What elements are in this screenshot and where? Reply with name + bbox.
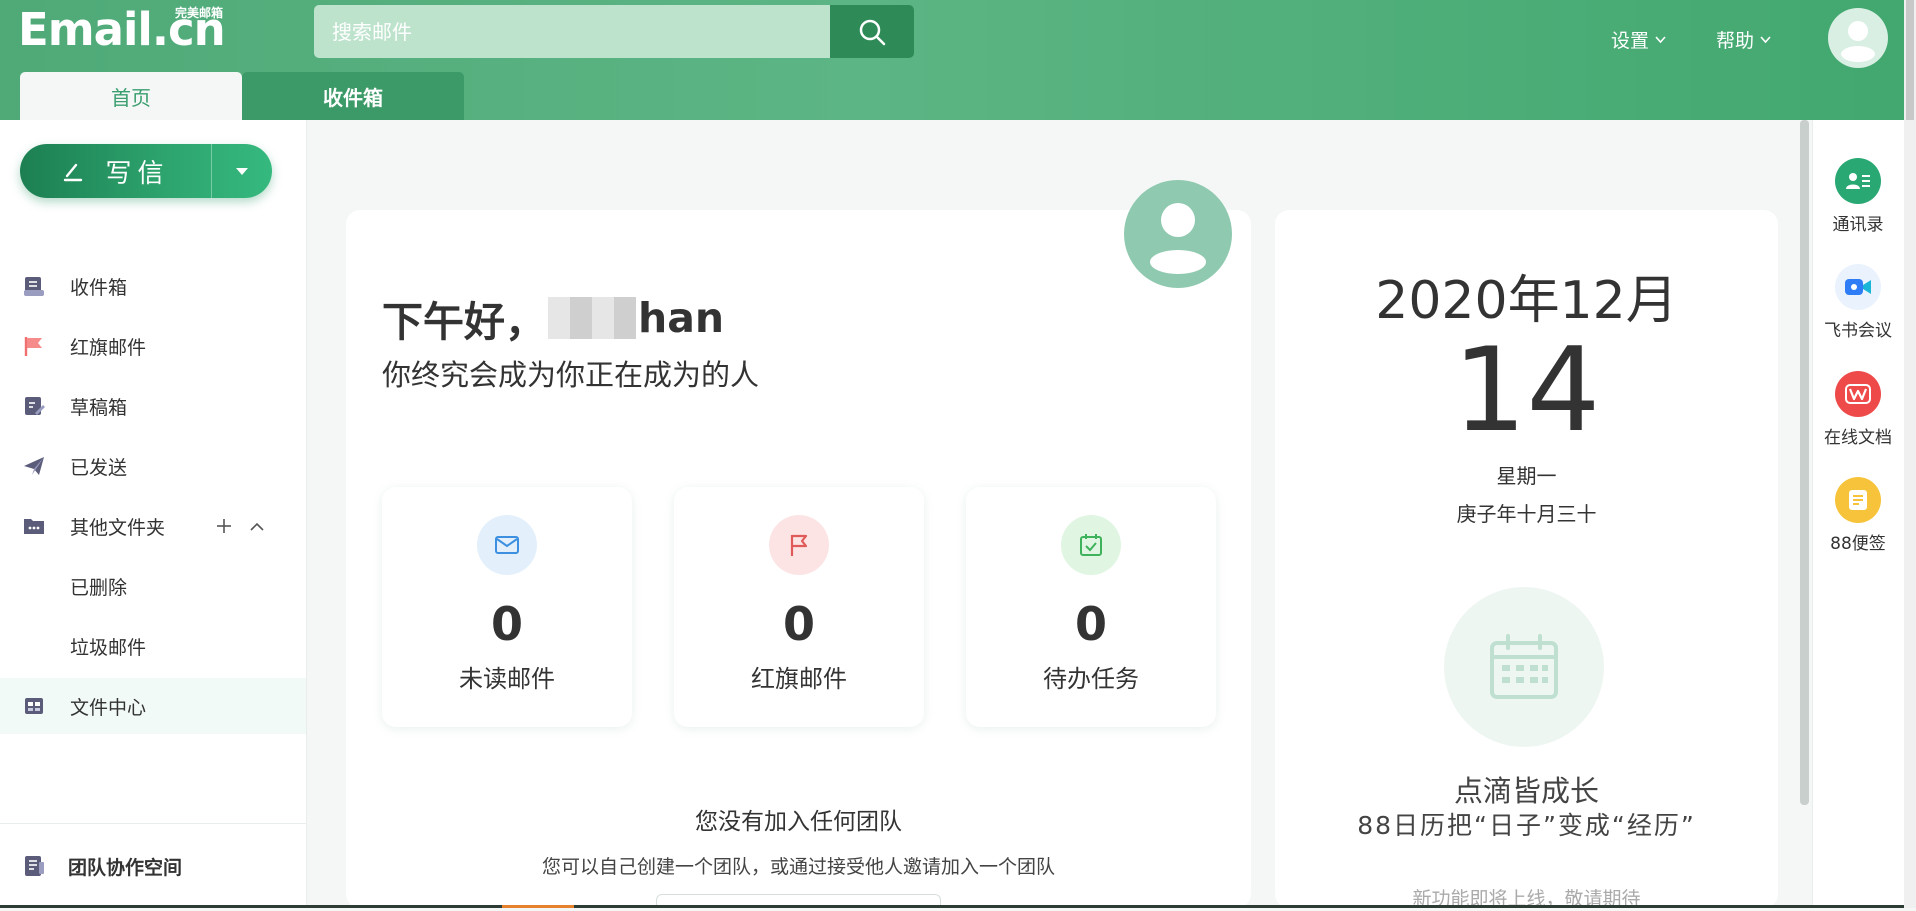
- user-icon: [1150, 203, 1206, 274]
- app-label: 通讯录: [1832, 215, 1884, 235]
- file-center-icon: [22, 694, 46, 718]
- video-meeting-icon: [1835, 264, 1881, 310]
- sidebar-item-label: 已删除: [70, 576, 128, 599]
- contacts-icon: [1835, 158, 1881, 204]
- draft-icon: [22, 394, 46, 418]
- flag-icon: [769, 515, 829, 575]
- greeting: 下午好， han: [382, 288, 724, 348]
- logo[interactable]: Email.cn 完美邮箱: [18, 2, 226, 58]
- sidebar-item-label: 红旗邮件: [70, 336, 147, 359]
- app-online-docs[interactable]: 在线文档: [1812, 371, 1904, 448]
- settings-label: 设置: [1611, 30, 1650, 52]
- stat-label: 待办任务: [1043, 665, 1139, 693]
- logo-subtext: 完美邮箱: [174, 6, 223, 20]
- sidebar-item-label: 其他文件夹: [70, 516, 166, 539]
- team-space-link[interactable]: 团队协作空间: [0, 836, 306, 896]
- user-avatar[interactable]: [1828, 8, 1888, 68]
- sidebar-item-label: 文件中心: [70, 696, 147, 719]
- sidebar-item-label: 垃圾邮件: [70, 636, 147, 659]
- app-label: 飞书会议: [1824, 321, 1892, 341]
- sidebar-item-file-center[interactable]: 文件中心: [0, 678, 306, 734]
- sidebar-item-label: 草稿箱: [70, 396, 128, 419]
- compose-dropdown-button[interactable]: [212, 167, 272, 176]
- help-label: 帮助: [1716, 30, 1755, 52]
- sidebar-divider: [0, 823, 306, 824]
- app-feishu-meeting[interactable]: 飞书会议: [1812, 264, 1904, 341]
- app-label: 在线文档: [1824, 428, 1892, 448]
- sidebar-item-label: 已发送: [70, 456, 128, 479]
- calendar-slogan: 点滴皆成长: [1453, 774, 1599, 808]
- stat-todo-tasks[interactable]: 0 待办任务: [966, 487, 1216, 727]
- settings-menu[interactable]: 设置: [1611, 26, 1666, 53]
- team-empty-description: 您可以自己创建一个团队，或通过接受他人邀请加入一个团队: [541, 856, 1055, 878]
- search-bar: [314, 5, 914, 58]
- search-icon: [859, 19, 886, 45]
- tab-label: 首页: [111, 85, 151, 110]
- user-icon: [1841, 21, 1875, 62]
- search-input[interactable]: [314, 5, 830, 58]
- wps-doc-icon: [1835, 371, 1881, 417]
- window-scrollbar-track[interactable]: [1904, 0, 1916, 908]
- sidebar-item-red-flag[interactable]: 红旗邮件: [0, 318, 306, 374]
- sidebar: 写信 收件箱 红旗邮件 草稿箱 已发送 其他文件夹 已删除 垃圾邮件 文件中心: [0, 120, 307, 908]
- calendar-lunar-date: 庚子年十月三十: [1456, 502, 1597, 526]
- caret-down-icon: [236, 167, 248, 175]
- sidebar-item-drafts[interactable]: 草稿箱: [0, 378, 306, 434]
- tab-label: 收件箱: [323, 85, 383, 110]
- compose-button[interactable]: 写信: [20, 153, 211, 190]
- sidebar-item-deleted[interactable]: 已删除: [0, 558, 306, 614]
- app-88-notes[interactable]: 88便签: [1812, 477, 1904, 554]
- motto-text: 你终究会成为你正在成为的人: [382, 358, 760, 392]
- stat-unread-mail[interactable]: 0 未读邮件: [382, 487, 632, 727]
- chevron-down-icon: [1655, 35, 1666, 43]
- sidebar-item-inbox[interactable]: 收件箱: [0, 258, 306, 314]
- pen-icon: [64, 163, 83, 182]
- app-contacts[interactable]: 通讯录: [1812, 158, 1904, 235]
- redacted-username: [548, 297, 636, 339]
- main-scrollbar[interactable]: [1800, 120, 1809, 805]
- calendar-year-month: 2020年12月: [1375, 271, 1678, 331]
- folder-actions: [216, 518, 264, 534]
- calendar-icon: [1490, 634, 1558, 699]
- app-label: 88便签: [1830, 534, 1886, 554]
- sidebar-item-other-folders[interactable]: 其他文件夹: [0, 498, 306, 554]
- team-space-label: 团队协作空间: [68, 856, 183, 879]
- stat-value: 0: [782, 597, 815, 651]
- help-menu[interactable]: 帮助: [1716, 26, 1771, 53]
- sidebar-item-sent[interactable]: 已发送: [0, 438, 306, 494]
- note-icon: [1835, 477, 1881, 523]
- stat-red-flag-mail[interactable]: 0 红旗邮件: [674, 487, 924, 727]
- team-space-icon: [22, 854, 46, 878]
- tab-inbox[interactable]: 收件箱: [242, 72, 464, 120]
- calendar-illustration: [1444, 587, 1604, 747]
- sidebar-item-label: 收件箱: [70, 276, 128, 299]
- calendar-day: 14: [1452, 323, 1601, 458]
- chevron-down-icon: [1760, 35, 1771, 43]
- stat-value: 0: [1074, 597, 1107, 651]
- window-scrollbar-thumb[interactable]: [1906, 0, 1914, 120]
- search-button[interactable]: [830, 5, 914, 58]
- add-folder-icon[interactable]: [216, 518, 232, 534]
- greeting-username: han: [638, 294, 725, 342]
- sidebar-item-spam[interactable]: 垃圾邮件: [0, 618, 306, 674]
- team-empty-title: 您没有加入任何团队: [695, 809, 902, 835]
- folder-icon: [22, 514, 46, 538]
- stat-label: 未读邮件: [459, 665, 555, 693]
- stat-label: 红旗邮件: [751, 665, 847, 693]
- red-flag-icon: [22, 334, 46, 358]
- app-header: Email.cn 完美邮箱 设置 帮助 首页 收件箱: [0, 0, 1904, 120]
- compose-button-group: 写信: [20, 144, 272, 198]
- greeting-prefix: 下午好，: [382, 298, 546, 346]
- calendar-check-icon: [1061, 515, 1121, 575]
- tab-home[interactable]: 首页: [20, 72, 242, 120]
- stat-value: 0: [490, 597, 523, 651]
- chevron-up-icon[interactable]: [250, 522, 264, 531]
- calendar-subslogan: 88日历把“日子”变成“经历”: [1357, 811, 1696, 840]
- calendar-weekday: 星期一: [1496, 464, 1557, 488]
- send-icon: [22, 454, 46, 478]
- inbox-icon: [22, 274, 46, 298]
- mail-icon: [477, 515, 537, 575]
- compose-label: 写信: [105, 158, 170, 189]
- profile-avatar[interactable]: [1124, 180, 1232, 288]
